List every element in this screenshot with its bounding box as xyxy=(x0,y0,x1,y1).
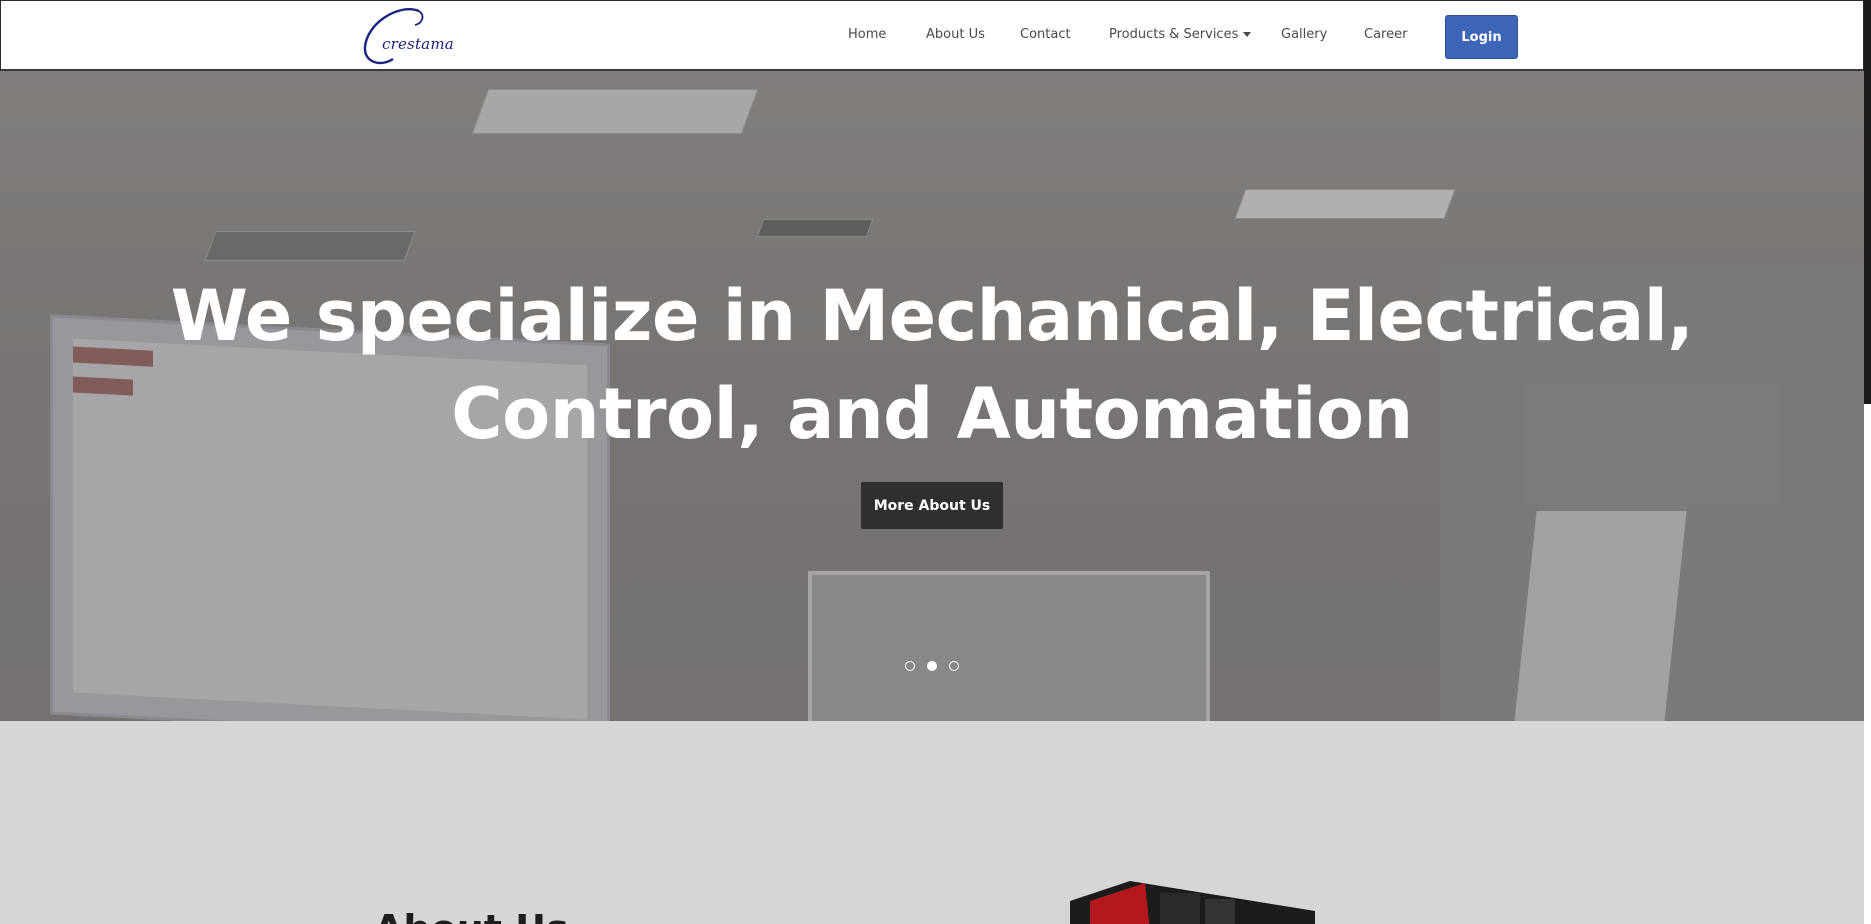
hero-carousel: We specialize in Mechanical, Electrical,… xyxy=(0,71,1864,721)
scrollbar-track[interactable] xyxy=(1864,0,1871,404)
nav-career[interactable]: Career xyxy=(1364,27,1407,42)
hero-title: We specialize in Mechanical, Electrical,… xyxy=(0,267,1864,463)
company-logo[interactable]: crestama xyxy=(359,5,454,67)
nav-products-services[interactable]: Products & Services xyxy=(1109,27,1252,42)
nav-products-label: Products & Services xyxy=(1109,27,1239,42)
login-button[interactable]: Login xyxy=(1445,15,1518,59)
carousel-indicators xyxy=(905,661,959,671)
more-about-us-button[interactable]: More About Us xyxy=(861,482,1003,529)
logo-text: crestama xyxy=(382,35,454,53)
nav-home[interactable]: Home xyxy=(848,27,886,42)
page-edge xyxy=(1864,404,1871,924)
nav-gallery[interactable]: Gallery xyxy=(1281,27,1327,42)
carousel-dot[interactable] xyxy=(949,661,959,671)
carousel-dot-active[interactable] xyxy=(927,661,937,671)
nav-about-us[interactable]: About Us xyxy=(926,27,985,42)
carousel-dot[interactable] xyxy=(905,661,915,671)
site-header: crestama Home About Us Contact Products … xyxy=(0,0,1864,71)
hero-title-line: We specialize in Mechanical, Electrical, xyxy=(170,275,1694,357)
about-heading: About Us xyxy=(374,907,569,924)
nav-contact[interactable]: Contact xyxy=(1020,27,1071,42)
about-section: About Us xyxy=(0,721,1864,924)
caret-down-icon xyxy=(1243,32,1252,37)
hero-title-line: Control, and Automation xyxy=(451,373,1413,455)
plc-product-image xyxy=(1070,881,1315,924)
